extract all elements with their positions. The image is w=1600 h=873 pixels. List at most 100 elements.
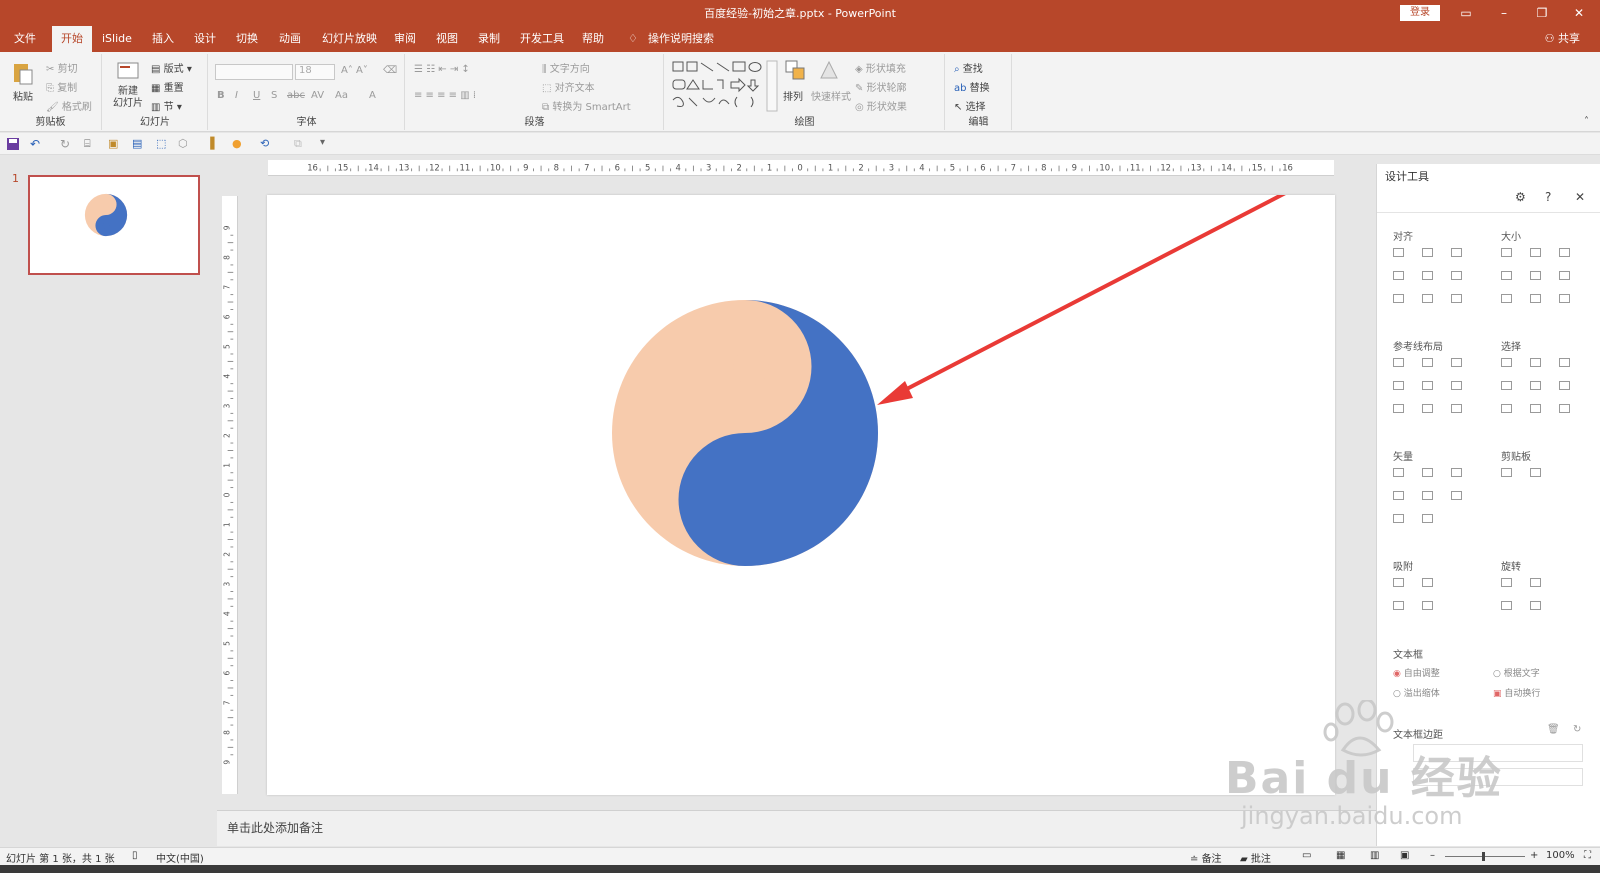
tab-animations[interactable]: 动画 bbox=[275, 26, 305, 52]
vector-tool-icon[interactable] bbox=[1451, 468, 1462, 477]
zoom-level[interactable]: 100% bbox=[1546, 850, 1575, 861]
grow-font-icon[interactable]: A˄ A˅ bbox=[341, 65, 368, 76]
size-tool-icon[interactable] bbox=[1530, 248, 1541, 257]
snap-tool-icon[interactable] bbox=[1422, 601, 1433, 610]
collapse-ribbon-icon[interactable]: ˄ bbox=[1584, 116, 1589, 127]
select-tool-icon[interactable] bbox=[1559, 381, 1570, 390]
size-tool-icon[interactable] bbox=[1501, 271, 1512, 280]
align-text-button[interactable]: ⬚ 对齐文本 bbox=[542, 79, 595, 94]
guide-tool-icon[interactable] bbox=[1422, 358, 1433, 367]
align-tool-icon[interactable] bbox=[1393, 271, 1404, 280]
normal-view-icon[interactable]: ▭ bbox=[1302, 850, 1311, 861]
color-dot-icon[interactable]: ● bbox=[232, 137, 246, 151]
snap-tool-icon[interactable] bbox=[1393, 601, 1404, 610]
tab-slideshow[interactable]: 幻灯片放映 bbox=[318, 26, 381, 52]
spell-check-icon[interactable]: ▯ bbox=[132, 850, 138, 861]
font-size-select[interactable]: 18 bbox=[295, 64, 335, 80]
align-qat-icon[interactable]: ▐ bbox=[206, 137, 220, 151]
settings-icon[interactable]: ⚙ bbox=[1515, 190, 1526, 204]
italic-icon[interactable]: I bbox=[235, 90, 238, 101]
slide-canvas[interactable] bbox=[267, 195, 1335, 795]
minimize-icon[interactable]: – bbox=[1495, 4, 1513, 22]
guide-tool-icon[interactable] bbox=[1451, 404, 1462, 413]
shapes-qat-icon[interactable]: ⬡ bbox=[178, 137, 192, 151]
find-button[interactable]: ⌕ 查找 bbox=[954, 60, 983, 75]
size-tool-icon[interactable] bbox=[1501, 294, 1512, 303]
redo-icon[interactable]: ↻ bbox=[60, 137, 74, 151]
share-button[interactable]: ⚇ 共享 bbox=[1545, 26, 1580, 52]
arrange-icon[interactable] bbox=[783, 58, 809, 84]
copy-button[interactable]: ⎘ 复制 bbox=[46, 79, 77, 94]
shape-effects-button[interactable]: ◎ 形状效果 bbox=[855, 98, 907, 113]
align-icons[interactable]: ≡ ≡ ≡ ≡ ▥ ⁞ bbox=[414, 90, 476, 101]
new-slide-button[interactable]: 新建 幻灯片 bbox=[113, 86, 143, 110]
slideshow-icon[interactable]: ▣ bbox=[108, 137, 122, 151]
tab-review[interactable]: 审阅 bbox=[390, 26, 420, 52]
group-qat-icon[interactable]: ⧉ bbox=[294, 137, 308, 151]
tab-record[interactable]: 录制 bbox=[474, 26, 504, 52]
section-button[interactable]: ▥ 节 ▾ bbox=[151, 98, 182, 113]
arrange-button[interactable]: 排列 bbox=[783, 88, 803, 103]
rotate-tool-icon[interactable] bbox=[1501, 578, 1512, 587]
guide-tool-icon[interactable] bbox=[1393, 381, 1404, 390]
replace-button[interactable]: ab 替换 bbox=[954, 79, 990, 94]
notes-toggle[interactable]: ≐ 备注 bbox=[1190, 850, 1222, 865]
select-tool-icon[interactable] bbox=[1530, 404, 1541, 413]
notes-pane[interactable]: 单击此处添加备注 bbox=[217, 810, 1377, 846]
clipboard-tool-icon[interactable] bbox=[1501, 468, 1512, 477]
align-tool-icon[interactable] bbox=[1451, 294, 1462, 303]
reading-view-icon[interactable]: ▥ bbox=[1370, 850, 1379, 861]
auto-fit-radio[interactable]: ◉ 自由调整 bbox=[1393, 666, 1440, 679]
vector-tool-icon[interactable] bbox=[1393, 491, 1404, 500]
presenter-icon[interactable]: ⌸ bbox=[84, 137, 98, 151]
refresh-icon[interactable]: ↻ bbox=[1573, 724, 1581, 735]
shapes-gallery[interactable] bbox=[671, 60, 787, 114]
vector-tool-icon[interactable] bbox=[1422, 514, 1433, 523]
rotate-tool-icon[interactable] bbox=[1530, 578, 1541, 587]
align-tool-icon[interactable] bbox=[1422, 294, 1433, 303]
clipboard-tool-icon[interactable] bbox=[1530, 468, 1541, 477]
undo-icon[interactable]: ↶ bbox=[30, 137, 44, 151]
login-button[interactable]: 登录 bbox=[1400, 5, 1440, 21]
convert-smartart-button[interactable]: ⧉ 转换为 SmartArt bbox=[542, 98, 631, 113]
cut-button[interactable]: ✂ 剪切 bbox=[46, 60, 78, 75]
select-tool-icon[interactable] bbox=[1530, 381, 1541, 390]
tab-help[interactable]: 帮助 bbox=[578, 26, 608, 52]
vector-tool-icon[interactable] bbox=[1393, 514, 1404, 523]
vector-tool-icon[interactable] bbox=[1422, 468, 1433, 477]
comment-icon[interactable]: ⬚ bbox=[156, 137, 170, 151]
rotate-tool-icon[interactable] bbox=[1501, 601, 1512, 610]
align-tool-icon[interactable] bbox=[1451, 271, 1462, 280]
trash-icon[interactable]: 🗑 bbox=[1547, 724, 1560, 735]
close-icon[interactable]: ✕ bbox=[1570, 4, 1588, 22]
tab-view[interactable]: 视图 bbox=[432, 26, 462, 52]
align-tool-icon[interactable] bbox=[1422, 248, 1433, 257]
save-icon[interactable] bbox=[6, 137, 20, 151]
snap-tool-icon[interactable] bbox=[1393, 578, 1404, 587]
reset-button[interactable]: ▦ 重置 bbox=[151, 79, 184, 94]
font-color-icon[interactable]: A bbox=[369, 90, 376, 101]
guide-tool-icon[interactable] bbox=[1393, 358, 1404, 367]
size-tool-icon[interactable] bbox=[1530, 294, 1541, 303]
comments-toggle[interactable]: ▰ 批注 bbox=[1240, 850, 1271, 865]
overflow-shrink-radio[interactable]: ○ 溢出缩体 bbox=[1393, 686, 1440, 699]
font-name-select[interactable] bbox=[215, 64, 293, 80]
align-tool-icon[interactable] bbox=[1393, 248, 1404, 257]
tab-design[interactable]: 设计 bbox=[190, 26, 220, 52]
tab-file[interactable]: 文件 bbox=[10, 26, 40, 52]
zoom-in-icon[interactable]: + bbox=[1530, 850, 1538, 861]
format-painter-button[interactable]: 🖌 格式刷 bbox=[46, 98, 92, 113]
zoom-out-icon[interactable]: – bbox=[1430, 850, 1435, 861]
guide-tool-icon[interactable] bbox=[1422, 381, 1433, 390]
close-panel-icon[interactable]: ✕ bbox=[1575, 190, 1585, 204]
auto-wrap-checkbox[interactable]: ▣ 自动换行 bbox=[1493, 686, 1540, 699]
shape-outline-button[interactable]: ✎ 形状轮廓 bbox=[855, 79, 907, 94]
strikethrough-icon[interactable]: abc bbox=[287, 90, 305, 101]
size-tool-icon[interactable] bbox=[1559, 248, 1570, 257]
guide-tool-icon[interactable] bbox=[1422, 404, 1433, 413]
select-tool-icon[interactable] bbox=[1501, 358, 1512, 367]
slide-sorter-icon[interactable]: ▦ bbox=[1336, 850, 1345, 861]
tab-developer[interactable]: 开发工具 bbox=[516, 26, 568, 52]
tab-home[interactable]: 开始 bbox=[52, 26, 92, 52]
vector-tool-icon[interactable] bbox=[1393, 468, 1404, 477]
